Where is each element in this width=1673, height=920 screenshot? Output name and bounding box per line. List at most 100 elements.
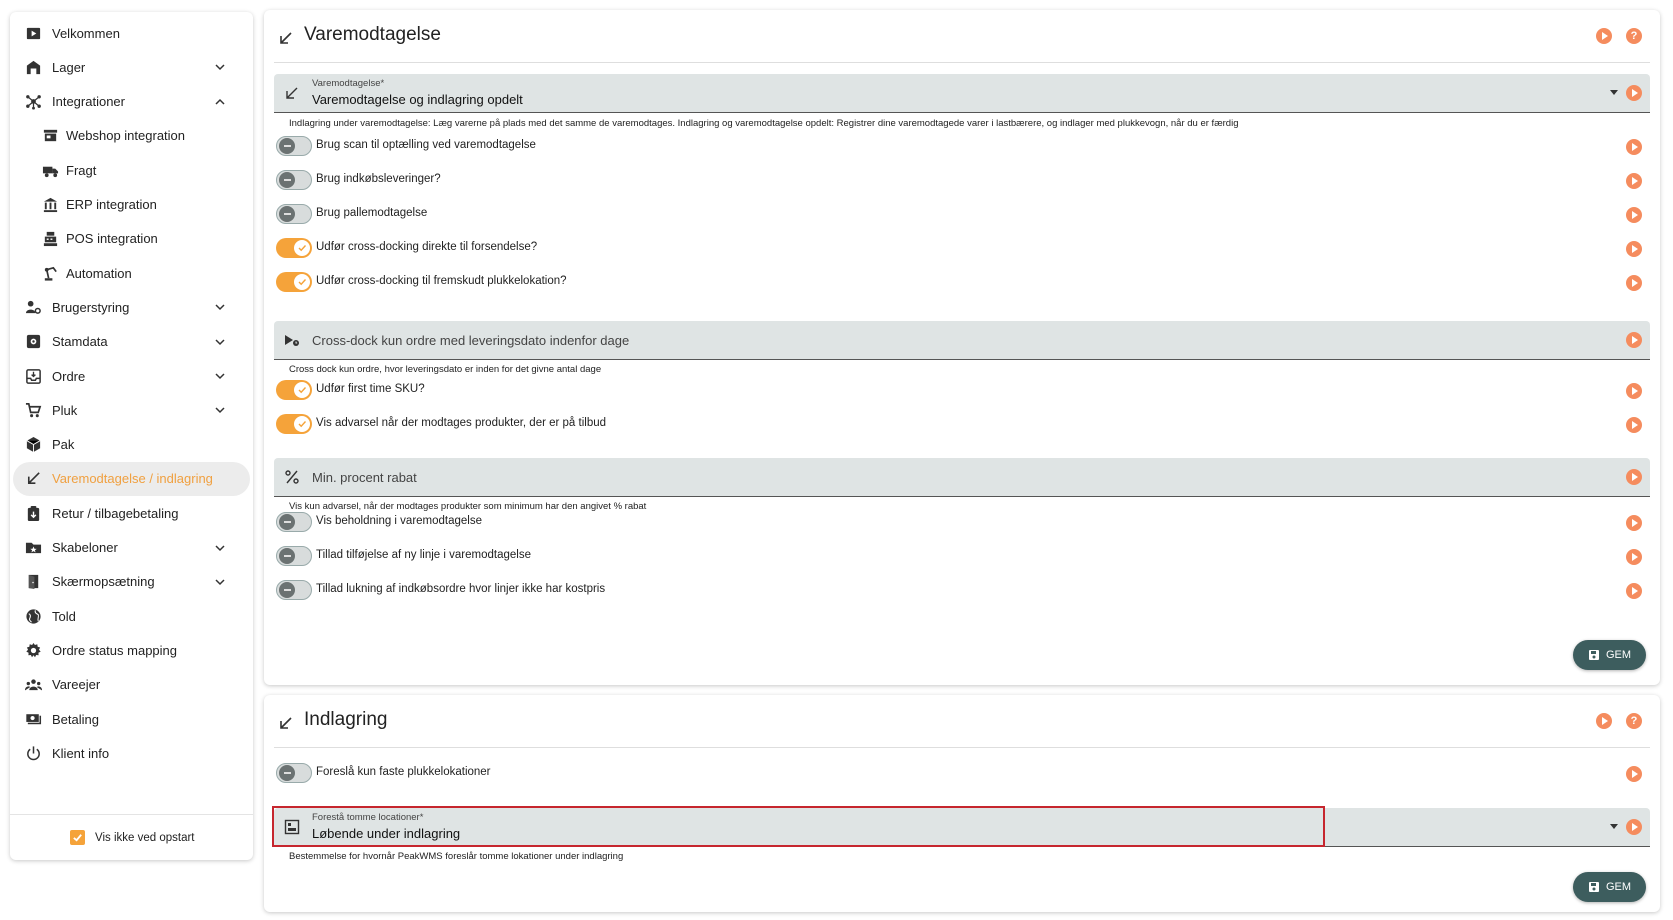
chevron-down-icon[interactable] <box>213 541 227 555</box>
putaway-header-actions: ? <box>1596 713 1642 729</box>
toggle-knob <box>279 582 295 598</box>
chevron-down-icon[interactable] <box>213 403 227 417</box>
sidebar-item-label: Skærmopsætning <box>52 574 155 590</box>
toggle-switch[interactable] <box>276 512 312 532</box>
startup-checkbox-row[interactable]: Vis ikke ved opstart <box>70 830 195 845</box>
play-video-icon[interactable] <box>1626 583 1642 599</box>
sidebar-item-webshop-integration[interactable]: Webshop integration <box>13 119 250 153</box>
floppy-disk-icon <box>1588 882 1599 892</box>
play-video-icon[interactable] <box>1626 139 1642 155</box>
dropdown-arrow-icon[interactable] <box>1610 90 1618 95</box>
play-video-icon[interactable] <box>1596 713 1612 729</box>
setting-label: Vis advarsel når der modtages produkter,… <box>316 417 607 429</box>
gear-icon <box>24 641 42 659</box>
sidebar-item-integrationer[interactable]: Integrationer <box>13 85 250 119</box>
startup-checkbox[interactable] <box>70 830 85 845</box>
percent-icon <box>285 470 299 484</box>
play-video-icon[interactable] <box>1626 469 1642 485</box>
dropdown-arrow-icon[interactable] <box>1610 824 1618 829</box>
sidebar-item-varemodtagelse-indlagring[interactable]: Varemodtagelse / indlagring <box>13 461 250 496</box>
truck-icon <box>41 161 59 179</box>
sidebar-item-velkommen[interactable]: Velkommen <box>13 16 250 50</box>
crossdock-days-helper: Cross dock kun ordre, hvor leveringsdato… <box>289 364 602 375</box>
sidebar-item-pos-integration[interactable]: POS integration <box>13 222 250 256</box>
receiving-mode-label: Varemodtagelse* <box>312 78 385 89</box>
save-button-label: GEM <box>1605 649 1632 661</box>
door-icon <box>24 573 42 591</box>
setting-row: Udfør cross-docking til fremskudt plukke… <box>274 270 1650 296</box>
toggle-switch[interactable] <box>276 272 312 292</box>
sidebar-item-vareejer[interactable]: Vareejer <box>13 668 250 702</box>
chevron-down-icon[interactable] <box>213 575 227 589</box>
sidebar-item-told[interactable]: Told <box>13 599 250 633</box>
sidebar-item-label: POS integration <box>66 231 158 247</box>
clipboard-return-icon <box>24 504 42 522</box>
toggle-knob <box>279 138 295 154</box>
receiving-mode-value: Varemodtagelse og indlagring opdelt <box>312 92 523 107</box>
toggle-switch[interactable] <box>276 580 312 600</box>
sidebar-item-ordre-status-mapping[interactable]: Ordre status mapping <box>13 633 250 667</box>
play-video-icon[interactable] <box>1596 28 1612 44</box>
toggle-switch[interactable] <box>276 763 312 783</box>
chevron-down-icon[interactable] <box>213 60 227 74</box>
sidebar-item-automation[interactable]: Automation <box>13 256 250 290</box>
play-video-icon[interactable] <box>1626 275 1642 291</box>
toggle-knob <box>294 274 310 290</box>
sidebar-item-ordre[interactable]: Ordre <box>13 359 250 393</box>
minus-icon <box>283 145 291 147</box>
sidebar-item-klient-info[interactable]: Klient info <box>13 736 250 770</box>
play-video-icon[interactable] <box>1626 766 1642 782</box>
min-discount-input[interactable]: Min. procent rabat <box>274 458 1650 497</box>
toggle-switch[interactable] <box>276 546 312 566</box>
play-video-icon[interactable] <box>1626 173 1642 189</box>
sidebar-item-label: Pak <box>52 437 75 453</box>
setting-row: Vis advarsel når der modtages produkter,… <box>274 412 1650 438</box>
toggle-switch[interactable] <box>276 136 312 156</box>
toggle-switch[interactable] <box>276 414 312 434</box>
help-icon[interactable]: ? <box>1626 28 1642 44</box>
sidebar-item-skærmopsætning[interactable]: Skærmopsætning <box>13 565 250 599</box>
sidebar-item-label: Pluk <box>52 402 78 418</box>
save-button[interactable]: GEM <box>1573 640 1646 670</box>
toggle-switch[interactable] <box>276 238 312 258</box>
sidebar-item-betaling[interactable]: Betaling <box>13 702 250 736</box>
save-button[interactable]: GEM <box>1573 872 1646 902</box>
sidebar-item-erp-integration[interactable]: ERP integration <box>13 188 250 222</box>
play-video-icon[interactable] <box>1626 332 1642 348</box>
empty-locations-helper: Bestemmelse for hvornår PeakWMS foreslår… <box>289 851 624 862</box>
setting-row: Brug indkøbsleveringer? <box>274 168 1650 194</box>
sidebar-item-retur-tilbagebetaling[interactable]: Retur / tilbagebetaling <box>13 496 250 530</box>
toggle-switch[interactable] <box>276 204 312 224</box>
sidebar-item-pluk[interactable]: Pluk <box>13 393 250 427</box>
sidebar-item-label: Ordre status mapping <box>52 642 178 658</box>
play-video-icon[interactable] <box>1626 549 1642 565</box>
chevron-down-icon[interactable] <box>213 335 227 349</box>
play-video-icon[interactable] <box>1626 417 1642 433</box>
chevron-up-icon[interactable] <box>213 95 227 109</box>
receiving-mode-select[interactable]: Varemodtagelse* Varemodtagelse og indlag… <box>274 74 1650 113</box>
hub-icon <box>24 93 42 111</box>
chevron-down-icon[interactable] <box>213 369 227 383</box>
sidebar-item-label: Klient info <box>52 745 110 761</box>
play-video-icon[interactable] <box>1626 819 1642 835</box>
toggle-switch[interactable] <box>276 380 312 400</box>
sidebar-item-label: Told <box>52 608 76 624</box>
play-video-icon[interactable] <box>1626 383 1642 399</box>
chevron-down-icon[interactable] <box>213 300 227 314</box>
help-icon[interactable]: ? <box>1626 713 1642 729</box>
sidebar-item-brugerstyring[interactable]: Brugerstyring <box>13 290 250 324</box>
toggle-switch[interactable] <box>276 170 312 190</box>
play-video-icon[interactable] <box>1626 515 1642 531</box>
setting-label: Brug pallemodtagelse <box>316 207 428 219</box>
sidebar-item-skabeloner[interactable]: Skabeloner <box>13 531 250 565</box>
play-video-icon[interactable] <box>1626 241 1642 257</box>
play-video-icon[interactable] <box>1626 85 1642 101</box>
play-video-icon[interactable] <box>1626 207 1642 223</box>
putaway-title: Indlagring <box>304 709 388 730</box>
sidebar-item-fragt[interactable]: Fragt <box>13 153 250 187</box>
inbox-icon <box>24 367 42 385</box>
sidebar-item-stamdata[interactable]: Stamdata <box>13 325 250 359</box>
crossdock-days-input[interactable]: Cross-dock kun ordre med leveringsdato i… <box>274 321 1650 360</box>
sidebar-item-lager[interactable]: Lager <box>13 50 250 84</box>
sidebar-item-pak[interactable]: Pak <box>13 428 250 462</box>
